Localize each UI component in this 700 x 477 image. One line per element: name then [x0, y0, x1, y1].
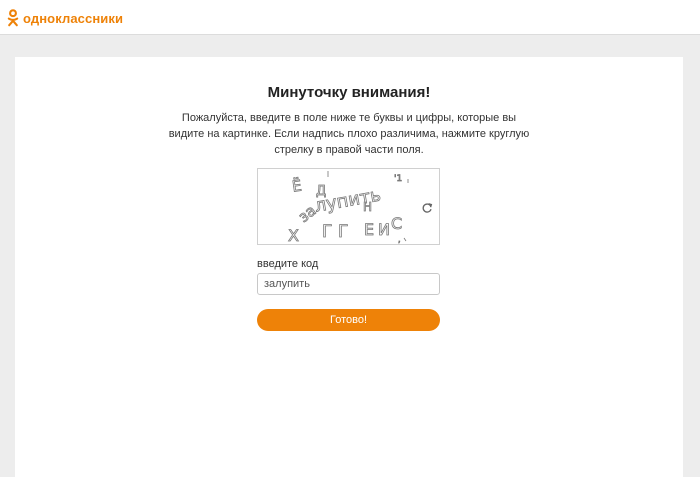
- captcha-picture: Ё Д за лупить Н Х Г Г Е И С , '1: [288, 171, 409, 244]
- logo-text: одноклассники: [23, 10, 124, 26]
- refresh-icon[interactable]: [421, 202, 433, 214]
- svg-text:Г: Г: [338, 222, 348, 242]
- svg-text:Н: Н: [363, 200, 372, 214]
- top-bar: одноклассники: [0, 0, 700, 35]
- page-description: Пожалуйста, введите в поле ниже те буквы…: [168, 112, 530, 156]
- site-logo[interactable]: одноклассники: [7, 9, 123, 27]
- submit-button[interactable]: Готово!: [257, 309, 440, 331]
- svg-text:,: ,: [398, 235, 401, 244]
- code-input[interactable]: [257, 273, 440, 295]
- svg-text:Е: Е: [364, 220, 374, 239]
- captcha-card: Минуточку внимания! Пожалуйста, введите …: [15, 57, 683, 477]
- svg-text:С: С: [391, 214, 402, 233]
- svg-text:Ё: Ё: [291, 176, 303, 196]
- page-title: Минуточку внимания!: [267, 84, 431, 101]
- svg-text:Х: Х: [288, 226, 299, 244]
- svg-text:Г: Г: [322, 222, 332, 242]
- ok-logo-icon: [7, 9, 19, 27]
- captcha-image: Ё Д за лупить Н Х Г Г Е И С , '1: [257, 168, 440, 245]
- svg-text:'1: '1: [394, 174, 402, 184]
- code-label: введите код: [257, 258, 319, 270]
- svg-text:И: И: [378, 220, 390, 239]
